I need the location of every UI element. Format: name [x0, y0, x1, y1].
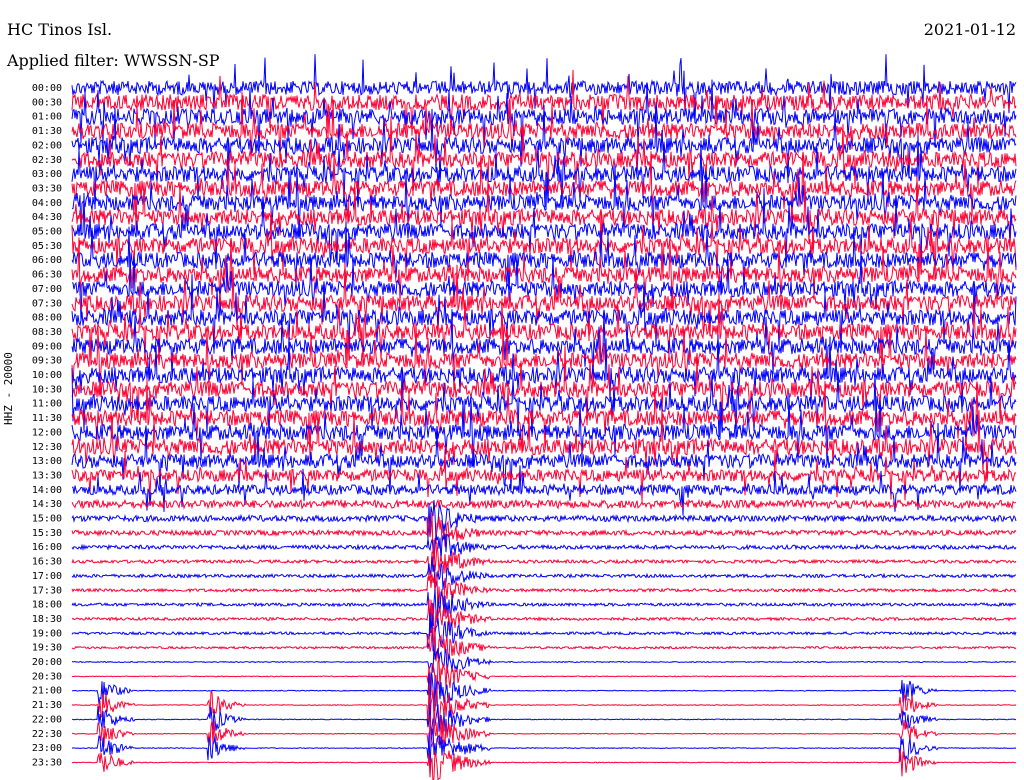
tick-label: 15:00	[32, 514, 62, 525]
tick-label: 16:00	[32, 542, 62, 553]
tick-label: 23:30	[32, 757, 62, 768]
trace-line	[71, 644, 1017, 674]
tick-label: 22:30	[32, 729, 62, 740]
tick-label: 07:00	[32, 284, 62, 295]
tick-label: 22:00	[32, 714, 62, 725]
tick-label: 19:00	[32, 628, 62, 639]
tick-label: 12:30	[32, 442, 62, 453]
tick-label: 06:30	[32, 270, 62, 281]
tick-label: 14:30	[32, 499, 62, 510]
tick-label: 00:30	[32, 97, 62, 108]
station-title: HC Tinos Isl.	[7, 20, 113, 39]
tick-label: 20:00	[32, 657, 62, 668]
tick-label: 16:30	[32, 557, 62, 568]
filter-label: Applied filter: WWSSN-SP	[7, 51, 220, 70]
tick-label: 05:30	[32, 241, 62, 252]
tick-label: 11:30	[32, 413, 62, 424]
tick-label: 15:30	[32, 528, 62, 539]
tick-label: 09:30	[32, 356, 62, 367]
channel-label: HHZ - 20000	[2, 352, 15, 425]
tick-label: 21:30	[32, 700, 62, 711]
helicorder-plot: 00:00 00:30 01:00 01:30 02:00 02:30 03:00 03:30…	[32, 54, 1017, 780]
trace-line	[71, 498, 1017, 511]
tick-label: 02:30	[32, 155, 62, 166]
trace-line	[71, 748, 1017, 780]
time-tick-labels: 00:00 00:30 01:00 01:30 02:00 02:30 03:00 03:30…	[32, 83, 62, 768]
record-date: 2021-01-12	[923, 20, 1016, 39]
tick-label: 01:30	[32, 126, 62, 137]
tick-label: 13:30	[32, 470, 62, 481]
tick-label: 03:30	[32, 183, 62, 194]
tick-label: 03:00	[32, 169, 62, 180]
tick-label: 18:30	[32, 614, 62, 625]
tick-label: 13:00	[32, 456, 62, 467]
tick-label: 10:00	[32, 370, 62, 381]
tick-label: 05:00	[32, 227, 62, 238]
tick-label: 08:00	[32, 313, 62, 324]
tick-label: 04:00	[32, 198, 62, 209]
trace-line	[71, 658, 1017, 695]
tick-label: 10:30	[32, 384, 62, 395]
tick-label: 17:30	[32, 585, 62, 596]
tick-label: 18:00	[32, 600, 62, 611]
tick-label: 14:00	[32, 485, 62, 496]
seismic-traces	[71, 54, 1017, 780]
trace-line	[71, 533, 1017, 561]
tick-label: 17:00	[32, 571, 62, 582]
tick-label: 08:30	[32, 327, 62, 338]
tick-label: 01:00	[32, 112, 62, 123]
tick-label: 12:00	[32, 427, 62, 438]
tick-label: 21:00	[32, 686, 62, 697]
tick-label: 04:30	[32, 212, 62, 223]
tick-label: 06:00	[32, 255, 62, 266]
tick-label: 23:00	[32, 743, 62, 754]
tick-label: 09:00	[32, 341, 62, 352]
tick-label: 07:30	[32, 298, 62, 309]
tick-label: 11:00	[32, 399, 62, 410]
tick-label: 20:30	[32, 671, 62, 682]
tick-label: 00:00	[32, 83, 62, 94]
tick-label: 02:00	[32, 140, 62, 151]
tick-label: 19:30	[32, 643, 62, 654]
